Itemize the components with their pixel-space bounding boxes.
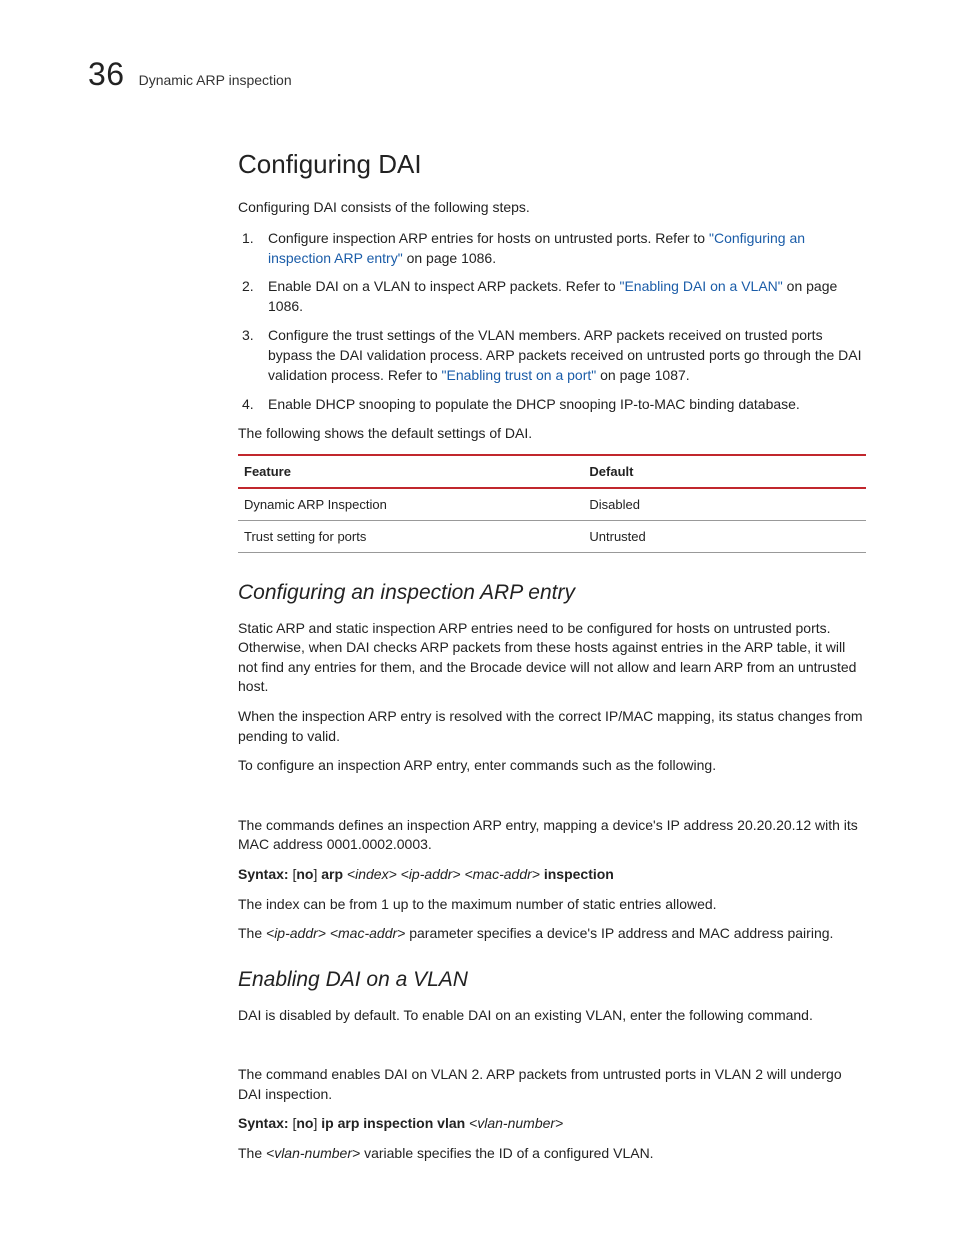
subsection-title: Configuring an inspection ARP entry: [238, 581, 866, 605]
spacer: [238, 786, 866, 816]
table-header-feature: Feature: [238, 455, 583, 488]
defaults-table: Feature Default Dynamic ARP Inspection D…: [238, 454, 866, 553]
chapter-label: Dynamic ARP inspection: [139, 72, 292, 88]
step-text: on page 1087.: [596, 367, 689, 383]
content-column: Configuring DAI Configuring DAI consists…: [238, 149, 866, 1164]
body-paragraph: The commands defines an inspection ARP e…: [238, 816, 866, 855]
xref-link[interactable]: "Enabling trust on a port": [442, 367, 597, 383]
table-cell-default: Untrusted: [583, 520, 866, 552]
body-paragraph: To configure an inspection ARP entry, en…: [238, 756, 866, 776]
page: 36 Dynamic ARP inspection Configuring DA…: [0, 0, 954, 1234]
steps-list: Configure inspection ARP entries for hos…: [238, 228, 866, 414]
spacer: [238, 1035, 866, 1065]
step-text: Configure inspection ARP entries for hos…: [268, 230, 709, 246]
section-title: Configuring DAI: [238, 149, 866, 180]
body-paragraph: The <ip-addr> <mac-addr> parameter speci…: [238, 924, 866, 944]
text: parameter specifies a device's IP addres…: [405, 925, 833, 941]
table-cell-feature: Trust setting for ports: [238, 520, 583, 552]
body-paragraph: The <vlan-number> variable specifies the…: [238, 1144, 866, 1164]
step-text: on page 1086.: [403, 250, 496, 266]
syntax-label: Syntax:: [238, 866, 289, 882]
syntax-keyword: no: [296, 1115, 313, 1131]
param-text: <ip-addr> <mac-addr>: [266, 925, 405, 941]
chapter-number: 36: [88, 56, 125, 93]
syntax-param: <index> <ip-addr> <mac-addr>: [343, 866, 544, 882]
running-header: 36 Dynamic ARP inspection: [88, 56, 866, 93]
table-row: Trust setting for ports Untrusted: [238, 520, 866, 552]
param-text: <vlan-number>: [266, 1145, 360, 1161]
xref-link[interactable]: "Enabling DAI on a VLAN": [620, 278, 783, 294]
body-paragraph: The index can be from 1 up to the maximu…: [238, 895, 866, 915]
text: variable specifies the ID of a configure…: [360, 1145, 653, 1161]
syntax-line: Syntax: [no] ip arp inspection vlan <vla…: [238, 1114, 866, 1134]
syntax-keyword: inspection: [544, 866, 614, 882]
body-paragraph: The command enables DAI on VLAN 2. ARP p…: [238, 1065, 866, 1104]
body-paragraph: Static ARP and static inspection ARP ent…: [238, 619, 866, 697]
table-cell-feature: Dynamic ARP Inspection: [238, 488, 583, 521]
syntax-keyword: arp: [321, 866, 343, 882]
syntax-line: Syntax: [no] arp <index> <ip-addr> <mac-…: [238, 865, 866, 885]
body-paragraph: DAI is disabled by default. To enable DA…: [238, 1006, 866, 1026]
table-cell-default: Disabled: [583, 488, 866, 521]
syntax-label: Syntax:: [238, 1115, 289, 1131]
subsection-title: Enabling DAI on a VLAN: [238, 968, 866, 992]
step-item: Configure the trust settings of the VLAN…: [238, 325, 866, 386]
syntax-keyword: ip arp inspection vlan: [321, 1115, 465, 1131]
syntax-param: <vlan-number>: [465, 1115, 563, 1131]
step-item: Enable DHCP snooping to populate the DHC…: [238, 394, 866, 414]
step-text: Enable DHCP snooping to populate the DHC…: [268, 396, 800, 412]
step-item: Configure inspection ARP entries for hos…: [238, 228, 866, 269]
step-text: Enable DAI on a VLAN to inspect ARP pack…: [268, 278, 620, 294]
intro-paragraph: Configuring DAI consists of the followin…: [238, 198, 866, 218]
step-item: Enable DAI on a VLAN to inspect ARP pack…: [238, 276, 866, 317]
table-header-default: Default: [583, 455, 866, 488]
table-row: Dynamic ARP Inspection Disabled: [238, 488, 866, 521]
text: The: [238, 1145, 266, 1161]
syntax-keyword: no: [296, 866, 313, 882]
body-paragraph: When the inspection ARP entry is resolve…: [238, 707, 866, 746]
text: The: [238, 925, 266, 941]
defaults-intro: The following shows the default settings…: [238, 424, 866, 444]
